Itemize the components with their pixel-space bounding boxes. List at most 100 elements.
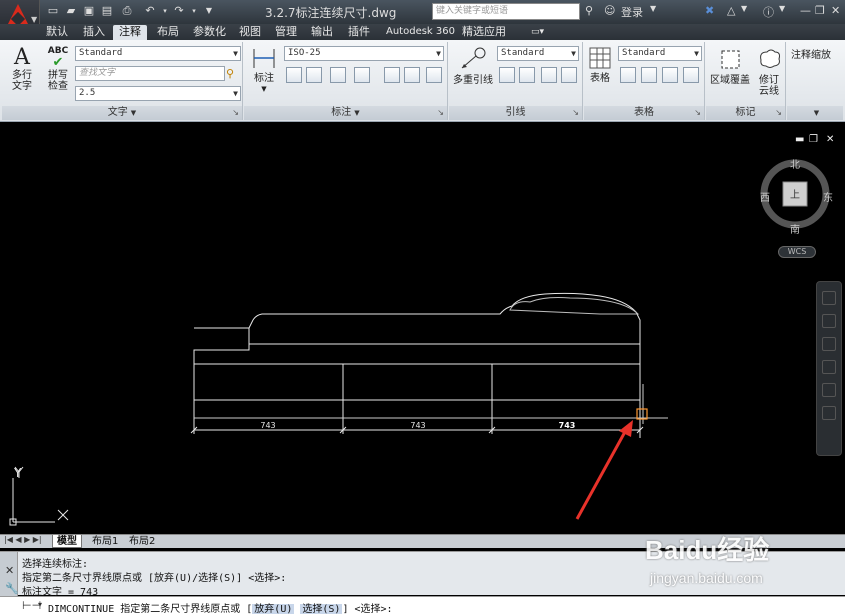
quick-dimension-icon[interactable] [286,67,302,83]
wcs-menu[interactable]: WCS [778,246,816,258]
ribbon-toggle-icon[interactable]: ▭▾ [525,25,550,40]
continue-dimension-icon[interactable] [306,67,322,83]
leader-style-select[interactable]: Standard ▼ [497,46,579,61]
viewcube-east[interactable]: 东 [823,189,833,204]
redo-dropdown-icon[interactable]: ▾ [187,4,201,18]
search-input[interactable]: 键入关键字或短语 [432,3,580,20]
tab-annotate[interactable]: 注释 [113,25,147,40]
download-source-icon[interactable] [662,67,678,83]
a360-dropdown-icon[interactable]: ▼ [741,4,747,13]
redo-icon[interactable]: ↷ [172,4,186,18]
open-folder-icon[interactable]: ▰ [64,4,78,18]
nav-customize-icon[interactable] [822,406,836,420]
tab-manage[interactable]: 管理 [269,25,303,40]
dialog-launcher-icon[interactable]: ↘ [232,106,239,120]
minimize-icon[interactable]: — [800,4,811,17]
login-button[interactable]: 登录 [621,4,643,20]
tab-insert[interactable]: 插入 [77,25,111,40]
break-dimension-icon[interactable] [426,67,442,83]
inspect-icon[interactable] [330,67,346,83]
tab-layout2[interactable]: 布局2 [125,535,159,548]
link-data-icon[interactable] [641,67,657,83]
close-command-line-icon[interactable]: ✕ [5,564,14,577]
table-style-select[interactable]: Standard ▼ [618,46,702,61]
viewport-restore-icon[interactable]: ❐ [809,134,818,145]
steering-wheel-icon[interactable] [822,291,836,305]
revcloud-button[interactable]: 修订 云线 [754,46,784,97]
dialog-launcher-icon[interactable]: ↘ [775,106,782,120]
tab-plugins[interactable]: 插件 [342,25,376,40]
pan-hand-icon[interactable] [822,314,836,328]
annotation-scaling-label[interactable]: 注释缩放 [791,46,831,61]
recent-commands-icon[interactable]: ▾ [38,600,42,609]
user-icon[interactable]: ☺ [604,4,615,17]
print-icon[interactable]: ⎙ [120,4,134,18]
tables-panel-title[interactable]: 表格 ↘ [584,106,704,120]
find-text-icon[interactable]: ⚲ [226,67,234,80]
dialog-launcher-icon[interactable]: ↘ [694,106,701,120]
undo-icon[interactable]: ↶ [143,4,157,18]
jog-dimension-icon[interactable] [404,67,420,83]
viewport-minimize-icon[interactable]: ▬ [795,134,804,145]
multiline-text-button[interactable]: A 多行 文字 [8,46,36,93]
upload-source-icon[interactable] [683,67,699,83]
dimension-button[interactable]: 标注 ▼ [250,46,278,95]
option-undo[interactable]: 放弃(U) [252,604,295,614]
help-icon[interactable]: ⓘ [763,4,774,20]
markup-panel-title[interactable]: 标记 ↘ [706,106,785,120]
update-icon[interactable] [384,67,400,83]
close-icon[interactable]: ✕ [831,4,840,17]
customize-quick-access-icon[interactable]: ▼ [202,4,216,18]
viewport-close-icon[interactable]: ✕ [826,134,834,145]
dim-style-select[interactable]: ISO-25 ▼ [284,46,444,61]
help-dropdown-icon[interactable]: ▼ [779,4,785,13]
dialog-launcher-icon[interactable]: ↘ [437,106,444,120]
orbit-icon[interactable] [822,360,836,374]
command-input[interactable]: ⊢⊣ ▾ DIMCONTINUE 指定第二条尺寸界线原点或 [放弃(U) 选择(… [0,596,845,614]
annotation-scaling-panel-title[interactable]: ▼ [787,106,843,120]
maximize-icon[interactable]: ❐ [815,4,825,17]
tab-view[interactable]: 视图 [233,25,267,40]
tab-featured-apps[interactable]: 精选应用 [456,25,512,40]
undo-dropdown-icon[interactable]: ▾ [158,4,172,18]
viewcube-north[interactable]: 北 [790,156,800,171]
option-select[interactable]: 选择(S) [300,604,343,614]
wrench-icon[interactable]: 🔧 [5,582,19,595]
extract-data-icon[interactable] [620,67,636,83]
save-icon[interactable]: ▣ [82,4,96,18]
dialog-launcher-icon[interactable]: ↘ [572,106,579,120]
viewcube-south[interactable]: 南 [790,221,800,236]
add-leader-icon[interactable] [499,67,515,83]
tab-layout1[interactable]: 布局1 [88,535,122,548]
tab-model[interactable]: 模型 [52,535,82,548]
text-panel-title[interactable]: 文字 ▼ ↘ [2,106,242,120]
tab-default[interactable]: 默认 [40,25,74,40]
viewcube-west[interactable]: 西 [760,189,770,204]
baseline-dimension-icon[interactable] [354,67,370,83]
find-text-input[interactable]: 查找文字 [75,66,225,81]
table-button[interactable]: 表格 [586,46,614,84]
tab-parametric[interactable]: 参数化 [187,25,232,40]
text-height-select[interactable]: 2.5 ▼ [75,86,241,101]
drawing-canvas[interactable]: 743 743 743 上 ▬ ❐ ✕ [0,124,845,534]
login-dropdown-icon[interactable]: ▼ [650,4,656,13]
text-style-select[interactable]: Standard ▼ [75,46,241,61]
tab-output[interactable]: 输出 [305,25,339,40]
new-file-icon[interactable]: ▭ [46,4,60,18]
showmotion-icon[interactable] [822,383,836,397]
leaders-panel-title[interactable]: 引线 ↘ [449,106,582,120]
align-leader-icon[interactable] [541,67,557,83]
exchange-icon[interactable]: ✖ [705,4,714,17]
collect-leader-icon[interactable] [561,67,577,83]
save-as-icon[interactable]: ▤ [100,4,114,18]
tab-autodesk-360[interactable]: Autodesk 360 [380,25,461,40]
binoculars-icon[interactable]: ⚲ [585,4,593,17]
wipeout-button[interactable]: 区域覆盖 [708,46,752,86]
tab-layout[interactable]: 布局 [151,25,185,40]
autodesk-360-icon[interactable]: △ [727,4,735,17]
tab-scroll-arrows-icon[interactable]: |◀ ◀ ▶ ▶| [4,535,42,544]
dimensions-panel-title[interactable]: 标注 ▼ ↘ [244,106,447,120]
zoom-extents-icon[interactable] [822,337,836,351]
multileader-button[interactable]: 多重引线 [453,46,493,86]
remove-leader-icon[interactable] [519,67,535,83]
